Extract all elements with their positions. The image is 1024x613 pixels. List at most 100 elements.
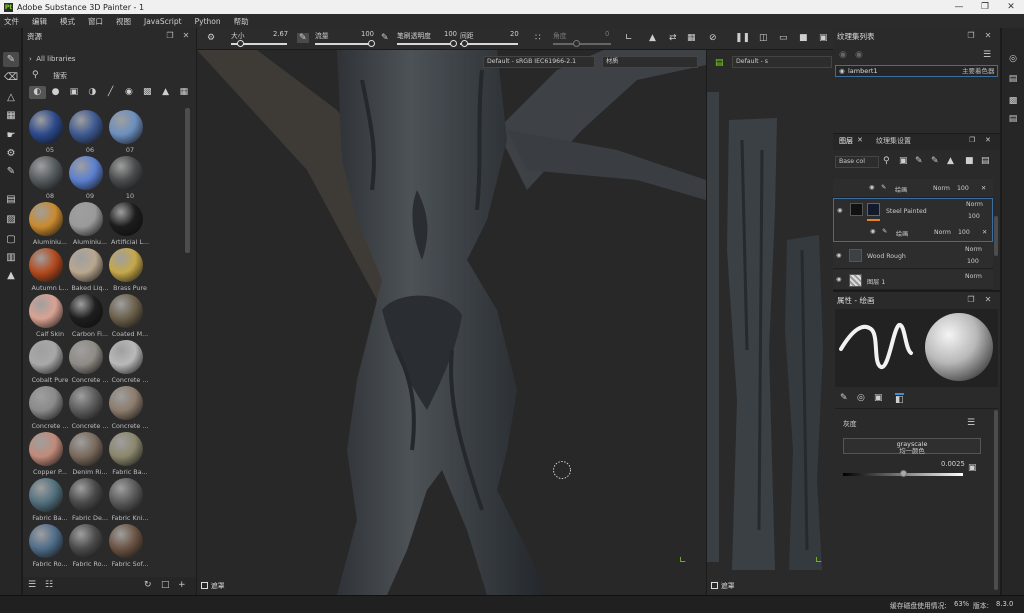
remove-icon[interactable]: ✕ bbox=[982, 229, 987, 236]
layer-row[interactable]: ◉ Wood Rough Norm 100 bbox=[833, 243, 993, 269]
layer-opacity[interactable]: 100 bbox=[958, 229, 970, 236]
add-folder-icon[interactable]: ■ bbox=[965, 156, 974, 166]
menu-help[interactable]: 帮助 bbox=[234, 16, 249, 27]
assets-scrollbar[interactable] bbox=[185, 108, 190, 253]
mask-thumbnail[interactable] bbox=[867, 203, 880, 216]
projection-icon[interactable]: △ bbox=[3, 90, 19, 105]
filter-smart-materials-icon[interactable]: ● bbox=[47, 86, 64, 99]
blend-mode[interactable]: Norm bbox=[933, 185, 950, 192]
properties-scrollbar[interactable] bbox=[994, 410, 998, 590]
tab-layers-close-icon[interactable]: ✕ bbox=[857, 136, 863, 144]
opacity-value[interactable]: 100 bbox=[444, 30, 457, 38]
layers-icon[interactable]: ▤ bbox=[1006, 72, 1020, 86]
stencil-settings-icon[interactable]: ▣ bbox=[874, 393, 883, 403]
alignment-icon[interactable]: ∟ bbox=[625, 33, 633, 43]
tab-layers[interactable]: 图层 bbox=[839, 136, 853, 146]
split-view-icon[interactable]: ◫ bbox=[759, 33, 768, 43]
bake-icon[interactable]: ▨ bbox=[3, 212, 19, 227]
eye-icon[interactable]: ◉ bbox=[839, 66, 845, 76]
shuffle-icon[interactable]: ⇄ bbox=[669, 33, 677, 43]
shader-icon[interactable]: ▥ bbox=[3, 250, 19, 265]
material-item[interactable]: Brass Pure bbox=[107, 248, 153, 294]
angle-jitter-icon[interactable]: ∷ bbox=[535, 33, 541, 43]
filter-brushes-icon[interactable]: ╱ bbox=[102, 86, 119, 99]
menu-view[interactable]: 视图 bbox=[116, 16, 131, 27]
menu-file[interactable]: 文件 bbox=[4, 16, 19, 27]
spacing-slider[interactable] bbox=[460, 43, 518, 45]
viewer-icon[interactable]: ▲ bbox=[3, 268, 19, 283]
material-item[interactable]: 10 bbox=[107, 156, 153, 202]
eraser-icon[interactable]: ⌫ bbox=[3, 70, 19, 85]
history-icon[interactable]: ▤ bbox=[1006, 112, 1020, 126]
layer-opacity[interactable]: 100 bbox=[968, 213, 980, 220]
size-slider-handle[interactable] bbox=[237, 40, 244, 47]
material-item[interactable]: Fabric Kni... bbox=[107, 478, 153, 524]
blend-mode[interactable]: Norm bbox=[934, 229, 951, 236]
uv-channel-select[interactable]: Default - s bbox=[732, 56, 832, 68]
texture-set-list-icon[interactable]: ◎ bbox=[1006, 52, 1020, 66]
wrap-icon[interactable]: ▦ bbox=[687, 33, 696, 43]
delete-layer-icon[interactable]: ▤ bbox=[981, 156, 990, 166]
flow-pen-icon[interactable]: ✎ bbox=[297, 33, 309, 43]
render-cube-icon[interactable]: ▭ bbox=[779, 33, 788, 43]
close-panel-icon[interactable]: ✕ bbox=[983, 31, 993, 41]
filter-all-icon[interactable]: ▦ bbox=[176, 86, 193, 99]
close-panel-icon[interactable]: ✕ bbox=[985, 136, 991, 144]
opacity-slider-handle[interactable] bbox=[450, 40, 457, 47]
material-item[interactable]: Concrete ... bbox=[107, 386, 153, 432]
remove-icon[interactable]: ✕ bbox=[981, 185, 986, 192]
polygon-fill-icon[interactable]: ▦ bbox=[3, 108, 19, 123]
blend-mode[interactable]: Norm bbox=[965, 246, 982, 253]
smudge-icon[interactable]: ☛ bbox=[3, 128, 19, 143]
material-item[interactable]: Concrete ... bbox=[107, 340, 153, 386]
maximize-button[interactable]: ❐ bbox=[972, 0, 998, 14]
pause-icon[interactable]: ❚❚ bbox=[735, 33, 750, 43]
grid-view-icon[interactable]: ☷ bbox=[45, 580, 53, 590]
symmetry-icon[interactable]: ▲ bbox=[649, 33, 656, 43]
undock-icon[interactable]: ❐ bbox=[969, 136, 975, 144]
opacity-pen-icon[interactable]: ✎ bbox=[381, 33, 389, 43]
lazy-mouse-icon[interactable]: ⚙ bbox=[207, 33, 215, 43]
camera-icon[interactable]: ■ bbox=[799, 33, 808, 43]
refresh-icon[interactable]: ↻ bbox=[144, 580, 152, 590]
search-input[interactable]: 搜索 bbox=[53, 71, 67, 81]
close-panel-icon[interactable]: ✕ bbox=[983, 295, 993, 305]
blend-mode[interactable]: Norm bbox=[966, 201, 983, 208]
filter-environments-icon[interactable]: ▲ bbox=[157, 86, 174, 99]
channel-select[interactable]: Base col bbox=[835, 156, 879, 168]
texture-set-row[interactable]: ◉ lambert1 主要着色器 bbox=[835, 65, 998, 77]
layer-row[interactable]: ◉ ✎ 绘画 Norm 100 ✕ bbox=[833, 179, 993, 198]
filter-alphas-icon[interactable]: ◉ bbox=[121, 86, 138, 99]
eye-icon[interactable]: ◉ bbox=[869, 184, 874, 191]
layer-opacity[interactable]: 100 bbox=[967, 258, 979, 265]
brush-settings-icon[interactable]: ✎ bbox=[840, 393, 848, 403]
menu-javascript[interactable]: JavaScript bbox=[144, 17, 182, 26]
texture-set-menu-icon[interactable]: ☰ bbox=[983, 50, 991, 60]
flow-value[interactable]: 100 bbox=[361, 30, 374, 38]
section-menu-icon[interactable]: ☰ bbox=[967, 418, 975, 428]
close-panel-icon[interactable]: ✕ bbox=[181, 31, 191, 41]
mask-checkbox[interactable] bbox=[201, 582, 208, 589]
filter-grunges-icon[interactable]: ▩ bbox=[139, 86, 156, 99]
eye-icon[interactable]: ◉ bbox=[836, 252, 841, 259]
paint-brush-icon[interactable]: ✎ bbox=[3, 52, 19, 67]
angle-slider-handle[interactable] bbox=[573, 40, 580, 47]
material-settings-icon[interactable]: ◧ bbox=[895, 393, 904, 405]
uv-mask-toggle[interactable]: 遮罩 bbox=[711, 580, 735, 590]
opacity-slider[interactable] bbox=[397, 43, 455, 45]
angle-slider[interactable] bbox=[553, 43, 611, 45]
layer-row[interactable]: ◉ 图层 1 Norm bbox=[833, 270, 993, 290]
filter-textures-icon[interactable]: ◑ bbox=[84, 86, 101, 99]
tab-texture-set-settings[interactable]: 纹理集设置 bbox=[876, 136, 911, 146]
menu-mode[interactable]: 模式 bbox=[60, 16, 75, 27]
viewport-2d[interactable]: ▤ Default - s 遮罩 ∟ bbox=[707, 50, 833, 595]
menu-python[interactable]: Python bbox=[195, 17, 221, 26]
layer-opacity[interactable]: 100 bbox=[957, 185, 969, 192]
material-item[interactable]: Coated M... bbox=[107, 294, 153, 340]
material-item[interactable]: 07 bbox=[107, 110, 153, 156]
add-paint-layer-icon[interactable]: ✎ bbox=[915, 156, 923, 166]
menu-edit[interactable]: 编辑 bbox=[32, 16, 47, 27]
flow-slider[interactable] bbox=[315, 43, 373, 45]
eye-icon[interactable]: ◉ bbox=[836, 276, 841, 283]
clone-stamp-icon[interactable]: ⚙ bbox=[3, 146, 19, 161]
